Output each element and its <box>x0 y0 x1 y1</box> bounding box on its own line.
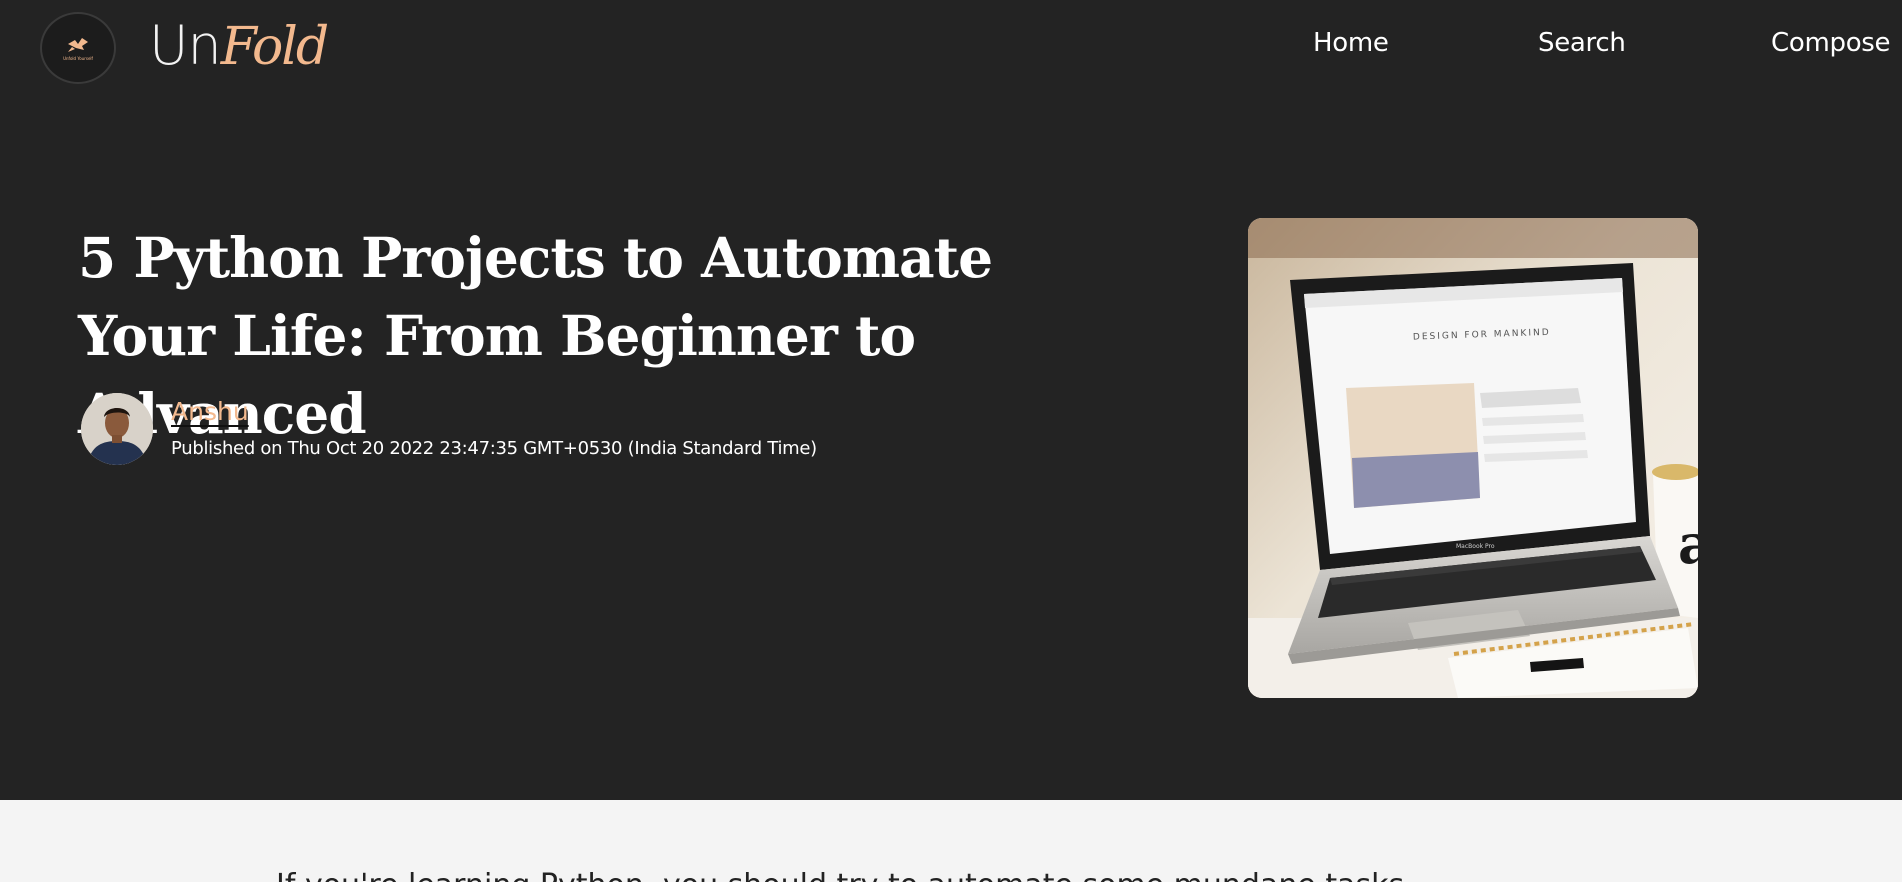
svg-text:a: a <box>1678 512 1698 576</box>
published-date: Published on Thu Oct 20 2022 23:47:35 GM… <box>171 438 817 459</box>
laptop-photo: a DESIGN FOR MANKIND MacBook Pro <box>1248 218 1698 698</box>
article-body-first-line: If you're learning Python, you should tr… <box>276 868 1404 882</box>
page: Unfold Yourself Un Fold Home Search Compo… <box>0 0 1902 882</box>
author-photo <box>81 393 153 465</box>
nav-home-link[interactable]: Home <box>1313 28 1389 58</box>
nav-search-link[interactable]: Search <box>1538 28 1626 58</box>
brand-wordmark[interactable]: Un Fold <box>149 14 329 84</box>
author-name-link[interactable]: Anshu <box>171 397 249 426</box>
published-prefix: Published on <box>171 438 288 459</box>
cover-laptop-label: MacBook Pro <box>1456 543 1495 550</box>
bird-logo-icon: Unfold Yourself <box>63 38 94 61</box>
logo-text: Unfold Yourself <box>63 56 93 61</box>
brand-name-part1: Un <box>149 14 222 77</box>
hero-section: Unfold Yourself Un Fold Home Search Compo… <box>0 0 1902 800</box>
site-logo[interactable]: Unfold Yourself <box>40 12 116 84</box>
published-timestamp: Thu Oct 20 2022 23:47:35 GMT+0530 (India… <box>287 438 818 459</box>
brand-name-part2: Fold <box>220 17 329 77</box>
author-avatar[interactable] <box>81 393 153 465</box>
nav-compose-link[interactable]: Compose <box>1771 28 1891 58</box>
article-cover-image: a DESIGN FOR MANKIND MacBook Pro <box>1248 218 1698 698</box>
